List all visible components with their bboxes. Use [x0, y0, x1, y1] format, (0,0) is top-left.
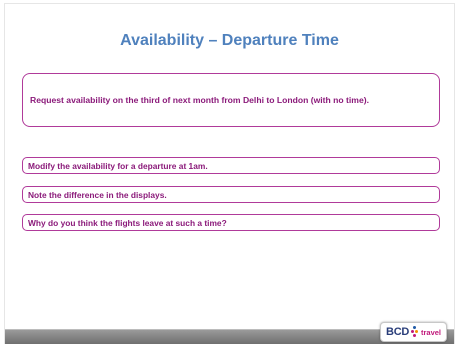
- step-text: Why do you think the flights leave at su…: [28, 217, 227, 228]
- slide-title: Availability – Departure Time: [120, 32, 339, 49]
- step-box-modify: Modify the availability for a departure …: [22, 157, 440, 174]
- main-instruction-text: Request availability on the third of nex…: [30, 95, 369, 105]
- step-box-difference: Note the difference in the displays.: [22, 186, 440, 203]
- logo-brand-text: BCD: [386, 326, 409, 338]
- main-instruction-box: Request availability on the third of nex…: [22, 73, 440, 127]
- logo-suffix-text: travel: [420, 327, 441, 337]
- logo-dots-icon: [410, 326, 419, 338]
- step-box-question: Why do you think the flights leave at su…: [22, 214, 440, 231]
- step-text: Modify the availability for a departure …: [28, 160, 208, 171]
- step-text: Note the difference in the displays.: [28, 189, 167, 200]
- bcd-travel-logo: BCD travel: [380, 322, 447, 342]
